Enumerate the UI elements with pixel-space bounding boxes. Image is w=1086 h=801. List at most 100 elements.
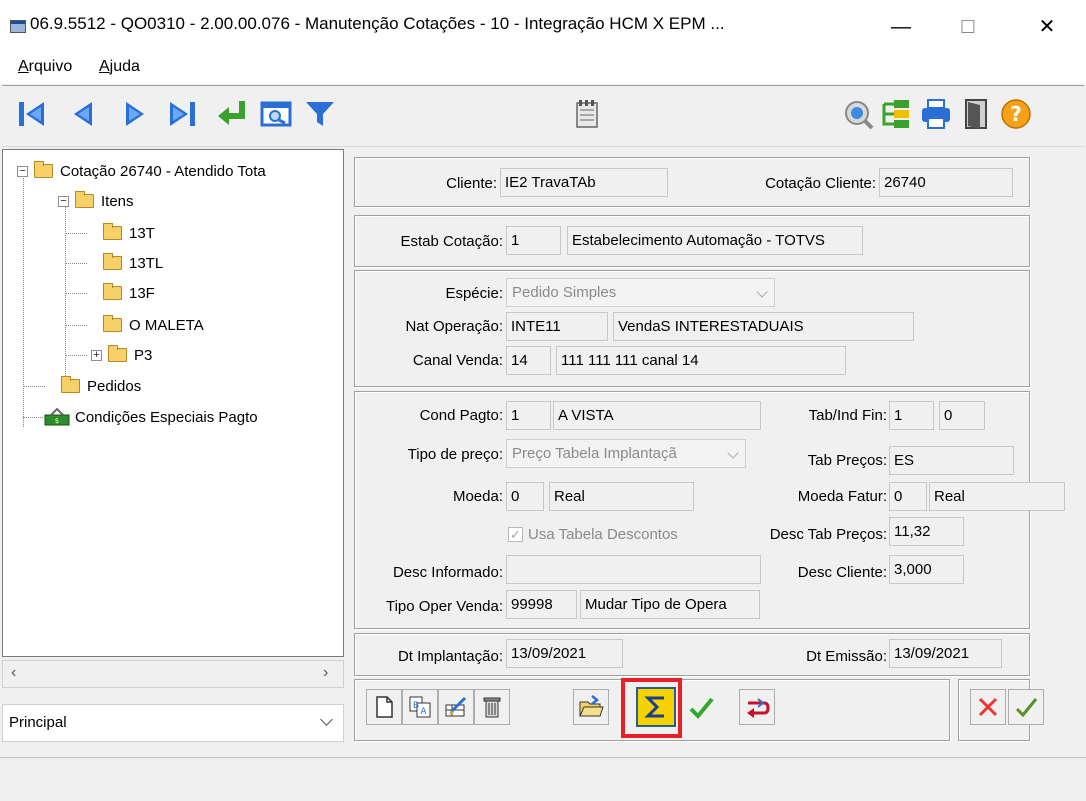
cond-pagto-desc-field[interactable]: A VISTA <box>553 401 761 430</box>
maximize-button[interactable]: ☐ <box>948 8 988 46</box>
estab-name-field[interactable]: Estabelecimento Automação - TOTVS <box>567 226 863 255</box>
close-button[interactable]: ✕ <box>1027 8 1067 46</box>
tree-node-o-maleta[interactable]: O MALETA <box>103 314 204 336</box>
tipo-preco-label: Tipo de preço: <box>407 446 503 463</box>
scroll-right-icon[interactable]: › <box>323 664 328 682</box>
confirm-check-button[interactable] <box>686 693 716 723</box>
desc-informado-field[interactable] <box>506 555 761 584</box>
canal-venda-desc-field[interactable]: 111 111 111 canal 14 <box>556 346 846 375</box>
chevron-down-icon <box>320 713 333 726</box>
nat-operacao-desc-field[interactable]: VendaS INTERESTADUAIS <box>613 312 914 341</box>
trash-icon <box>483 697 501 718</box>
tree-label: 13T <box>129 224 155 242</box>
especie-select-value: Pedido Simples <box>512 284 617 301</box>
magnifier-icon <box>845 101 874 130</box>
open-folder-button[interactable] <box>573 689 609 725</box>
check-icon <box>1015 698 1038 718</box>
moeda-fatur-code-field[interactable]: 0 <box>889 482 927 511</box>
svg-text:B: B <box>413 701 419 711</box>
new-button[interactable] <box>366 689 402 725</box>
tree-node-13t[interactable]: 13T <box>103 222 155 244</box>
dt-emissao-field[interactable]: 13/09/2021 <box>889 639 1002 668</box>
dt-implantacao-field[interactable]: 13/09/2021 <box>506 639 623 668</box>
estab-label: Estab Cotação: <box>400 233 503 250</box>
cancel-button[interactable] <box>970 689 1006 725</box>
print-button[interactable] <box>914 92 958 136</box>
next-icon <box>126 102 144 126</box>
expand-icon[interactable]: + <box>91 349 102 361</box>
moeda-code-field[interactable]: 0 <box>506 482 544 511</box>
copy-icon: BA <box>409 696 431 718</box>
help-button[interactable]: ? <box>994 92 1038 136</box>
notes-button[interactable] <box>565 92 609 136</box>
window-title: 06.9.5512 - QO0310 - 2.00.00.076 - Manut… <box>30 14 725 33</box>
chevron-down-icon <box>756 286 768 298</box>
folder-icon <box>103 253 122 270</box>
exit-button[interactable] <box>954 92 998 136</box>
desc-cliente-field[interactable]: 3,000 <box>889 555 964 584</box>
moeda-fatur-desc-field[interactable]: Real <box>929 482 1065 511</box>
edit-button[interactable] <box>438 689 474 725</box>
first-record-button[interactable] <box>10 92 54 136</box>
principal-select[interactable]: Principal <box>2 704 344 742</box>
nat-operacao-code-field[interactable]: INTE11 <box>506 312 608 341</box>
chevron-down-icon <box>727 447 739 459</box>
cliente-field[interactable]: IE2 TravaTAb <box>500 168 668 197</box>
moeda-desc-field[interactable]: Real <box>549 482 694 511</box>
previous-icon <box>74 102 92 126</box>
tree-label: 13TL <box>129 254 164 272</box>
tipo-preco-select-value: Preço Tabela Implantaçã <box>512 445 677 462</box>
edit-pencil-icon <box>445 696 467 717</box>
tab-ind-fin-field-1[interactable]: 1 <box>889 401 934 430</box>
menu-ajuda[interactable]: Ajuda <box>99 58 140 76</box>
last-record-button[interactable] <box>160 92 204 136</box>
cotacao-cliente-field[interactable]: 26740 <box>879 168 1013 197</box>
copy-button[interactable]: BA <box>402 689 438 725</box>
tab-precos-field[interactable]: ES <box>889 446 1014 475</box>
delete-button[interactable] <box>474 689 510 725</box>
return-button[interactable] <box>739 689 775 725</box>
tree-node-13tl[interactable]: 13TL <box>103 252 163 274</box>
goto-button[interactable] <box>210 92 254 136</box>
tipo-oper-venda-desc-field[interactable]: Mudar Tipo de Opera <box>580 590 760 619</box>
especie-select[interactable]: Pedido Simples <box>506 278 775 307</box>
filter-button[interactable] <box>298 92 342 136</box>
minimize-button[interactable]: — <box>881 8 921 46</box>
tree-node-condicoes[interactable]: $ Condições Especiais Pagto <box>43 406 258 428</box>
structure-button[interactable] <box>874 92 918 136</box>
status-bar <box>0 757 1086 801</box>
folder-icon <box>75 191 94 208</box>
filter-icon <box>306 102 334 126</box>
principal-select-value: Principal <box>9 714 67 731</box>
menu-bar: Arquivo Ajuda <box>0 54 1086 84</box>
tree-label: Condições Especiais Pagto <box>75 408 258 426</box>
tree-horizontal-scrollbar[interactable]: ‹ › <box>2 660 344 688</box>
desc-informado-label: Desc Informado: <box>392 564 503 581</box>
last-icon <box>170 102 195 126</box>
collapse-icon[interactable]: − <box>17 165 28 177</box>
tree-node-cotacao[interactable]: − Cotação 26740 - Atendido Tota <box>17 160 266 182</box>
tree-node-itens[interactable]: − Itens <box>58 190 134 212</box>
check-icon <box>689 697 714 719</box>
tipo-preco-select[interactable]: Preço Tabela Implantaçã <box>506 439 746 468</box>
collapse-icon[interactable]: − <box>58 195 69 207</box>
canal-venda-code-field[interactable]: 14 <box>506 346 551 375</box>
tree-node-p3[interactable]: + P3 <box>91 344 152 366</box>
search-button[interactable] <box>254 92 298 136</box>
printer-icon <box>922 99 950 129</box>
next-record-button[interactable] <box>112 92 156 136</box>
estab-code-field[interactable]: 1 <box>506 226 561 255</box>
ok-button[interactable] <box>1008 689 1044 725</box>
tipo-oper-venda-code-field[interactable]: 99998 <box>506 590 577 619</box>
previous-record-button[interactable] <box>62 92 106 136</box>
cond-pagto-code-field[interactable]: 1 <box>506 401 551 430</box>
tree-node-13f[interactable]: 13F <box>103 282 155 304</box>
tree-node-pedidos[interactable]: Pedidos <box>61 375 141 397</box>
usa-tabela-checkbox[interactable]: ✓ <box>508 527 523 542</box>
cancel-x-icon <box>978 697 998 717</box>
menu-arquivo[interactable]: Arquivo <box>18 58 72 76</box>
scroll-left-icon[interactable]: ‹ <box>11 664 16 682</box>
folder-icon <box>103 223 122 240</box>
desc-tab-precos-field[interactable]: 11,32 <box>889 517 964 546</box>
tab-ind-fin-field-2[interactable]: 0 <box>939 401 985 430</box>
